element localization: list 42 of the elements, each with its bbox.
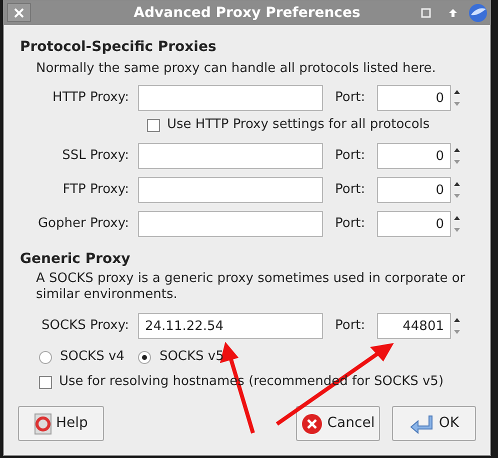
port-spin-field[interactable]: 0 — [377, 177, 451, 203]
port-label: Port: — [335, 317, 366, 336]
ok-button[interactable]: OK — [392, 406, 476, 441]
checkbox[interactable] — [147, 118, 160, 132]
cancel-button[interactable]: Cancel — [296, 406, 380, 441]
app-logo-icon — [468, 3, 488, 23]
help-button[interactable]: Help — [18, 406, 104, 441]
proxy-host-field[interactable] — [138, 211, 323, 237]
section-heading: Generic Proxy — [20, 250, 132, 269]
field-label: Gopher Proxy: — [36, 215, 130, 234]
section-description: Normally the same proxy can handle all protocols listed here. — [35, 60, 437, 78]
field-label: FTP Proxy: — [62, 181, 130, 200]
port-label: Port: — [335, 147, 366, 166]
port-spin-field[interactable]: 0 — [377, 143, 451, 169]
checkbox[interactable] — [39, 376, 52, 388]
enter-arrow-icon — [408, 414, 435, 434]
port-label: Port: — [335, 89, 366, 108]
section-heading: Protocol-Specific Proxies — [20, 38, 218, 57]
port-label: Port: — [335, 181, 366, 200]
close-icon — [14, 8, 24, 18]
port-spin-field[interactable]: 0 — [377, 211, 451, 237]
field-label: HTTP Proxy: — [52, 89, 130, 108]
proxy-host-field[interactable] — [138, 143, 323, 169]
port-label: Port: — [335, 215, 366, 234]
radio-label: SOCKS v4 — [60, 348, 124, 366]
proxy-host-field[interactable] — [138, 177, 323, 203]
proxy-host-field[interactable] — [138, 85, 323, 111]
radio-button[interactable] — [138, 350, 152, 364]
radio-button[interactable] — [39, 350, 52, 364]
window-title: Advanced Proxy Preferences — [134, 4, 360, 22]
field-label: SOCKS Proxy: — [40, 317, 130, 336]
maximize-icon — [421, 8, 431, 18]
field-label: SSL Proxy: — [61, 147, 130, 166]
port-spin-field[interactable]: 0 — [377, 85, 451, 111]
section-description: A SOCKS proxy is a generic proxy sometimes used in corporate or similar environments. — [35, 271, 466, 303]
lifebuoy-icon — [34, 412, 52, 434]
proxy-host-field[interactable]: 24.11.22.54 — [138, 313, 323, 339]
cancel-icon — [301, 412, 324, 434]
port-spin-field[interactable]: 44801 — [377, 313, 451, 339]
up-arrow-icon — [448, 8, 458, 18]
checkbox-label: Use HTTP Proxy settings for all protocols — [167, 116, 430, 134]
close-button[interactable] — [7, 3, 31, 22]
